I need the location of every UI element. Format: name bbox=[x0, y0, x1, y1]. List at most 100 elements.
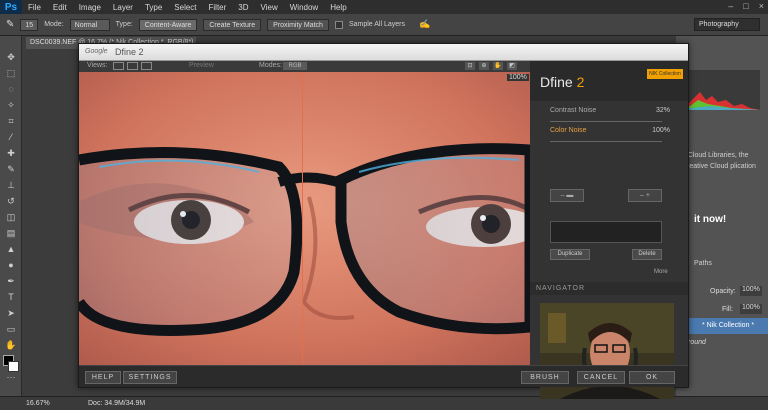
more-tools-icon[interactable]: ··· bbox=[5, 372, 17, 382]
proximity-match-button[interactable]: Proximity Match bbox=[267, 18, 329, 31]
maximize-icon[interactable]: □ bbox=[743, 1, 748, 11]
options-bar: ✎ 15 Mode: Normal Type: Content-Aware Cr… bbox=[0, 14, 768, 36]
settings-button[interactable]: SETTINGS bbox=[123, 371, 177, 384]
duplicate-button[interactable]: Duplicate bbox=[550, 249, 590, 260]
layer-row-nik[interactable]: * Nik Collection * bbox=[688, 318, 768, 334]
dfine-window: Google Dfine 2 Views: Preview Modes: RGB… bbox=[78, 43, 689, 399]
background-color-icon[interactable]: ◩ bbox=[507, 62, 517, 70]
contrast-noise-label: Contrast Noise bbox=[550, 107, 597, 114]
photoshop-logo: Ps bbox=[0, 0, 22, 14]
side-by-side-view-icon[interactable] bbox=[141, 62, 152, 70]
mode-select[interactable]: RGB bbox=[283, 62, 307, 70]
minimize-icon[interactable]: – bbox=[728, 1, 733, 11]
document-size: Doc: 34.9M/34.9M bbox=[88, 400, 146, 407]
healing-tool-icon[interactable]: ✚ bbox=[5, 148, 17, 158]
pressure-icon[interactable]: ✍ bbox=[419, 19, 430, 30]
healing-brush-icon[interactable]: ✎ bbox=[6, 19, 14, 30]
fill-label: Fill: bbox=[722, 306, 733, 313]
contrast-noise-value: 32% bbox=[655, 107, 670, 114]
menu-view[interactable]: View bbox=[255, 3, 284, 12]
nik-collection-logo: NIK Collection bbox=[647, 69, 683, 79]
dfine-panel-header: Dfine 2 NIK Collection bbox=[530, 61, 688, 101]
create-texture-button[interactable]: Create Texture bbox=[203, 18, 262, 31]
mode-label: Mode: bbox=[44, 21, 64, 28]
cc-libraries-text: e Cloud Libraries, the Creative Cloud pl… bbox=[682, 152, 756, 170]
brush-button[interactable]: BRUSH bbox=[521, 371, 569, 384]
menu-bar: Ps File Edit Image Layer Type Select Fil… bbox=[0, 0, 768, 14]
more-link[interactable]: More bbox=[654, 269, 668, 275]
eyedropper-tool-icon[interactable]: ⁄ bbox=[5, 132, 17, 142]
color-noise-slider[interactable] bbox=[550, 141, 662, 142]
workspace-select[interactable]: Photography bbox=[694, 18, 760, 31]
contrast-noise-slider[interactable] bbox=[550, 121, 662, 122]
navigator-header[interactable]: NAVIGATOR bbox=[530, 282, 688, 295]
dodge-tool-icon[interactable]: ● bbox=[5, 260, 17, 270]
tools-panel: ✥ ⬚ ◌ ✧ ⌗ ⁄ ✚ ✎ ⊥ ↺ ◫ ▤ ▲ ● ✒ T ➤ ▭ ✋ ⚲ … bbox=[0, 36, 22, 396]
menu-help[interactable]: Help bbox=[324, 3, 352, 12]
gradient-tool-icon[interactable]: ▤ bbox=[5, 228, 17, 238]
opacity-input[interactable]: 100% bbox=[740, 286, 762, 296]
preview-label[interactable]: Preview bbox=[189, 62, 214, 69]
sample-all-layers-checkbox[interactable] bbox=[334, 20, 343, 29]
move-tool-icon[interactable]: ✥ bbox=[5, 52, 17, 62]
split-view-icon[interactable] bbox=[127, 62, 138, 70]
content-aware-button[interactable]: Content-Aware bbox=[138, 18, 198, 31]
shape-tool-icon[interactable]: ▭ bbox=[5, 324, 17, 334]
path-select-icon[interactable]: ➤ bbox=[5, 308, 17, 318]
mode-select[interactable]: Normal bbox=[69, 18, 110, 31]
quick-select-tool-icon[interactable]: ✧ bbox=[5, 100, 17, 110]
history-brush-icon[interactable]: ↺ bbox=[5, 196, 17, 206]
brush-tool-icon[interactable]: ✎ bbox=[5, 164, 17, 174]
marquee-tool-icon[interactable]: ⬚ bbox=[5, 68, 17, 78]
tab-paths[interactable]: Paths bbox=[694, 260, 712, 267]
type-tool-icon[interactable]: T bbox=[5, 292, 17, 302]
brush-size-picker[interactable]: 15 bbox=[20, 18, 39, 31]
delete-button[interactable]: Delete bbox=[632, 249, 662, 260]
blur-tool-icon[interactable]: ▲ bbox=[5, 244, 17, 254]
menu-type[interactable]: Type bbox=[139, 3, 168, 12]
crop-tool-icon[interactable]: ⌗ bbox=[5, 116, 17, 126]
brush-plus-button[interactable]: – + bbox=[628, 189, 662, 202]
split-divider[interactable] bbox=[302, 72, 303, 365]
learn-more-link[interactable]: it now! bbox=[694, 214, 726, 225]
cancel-button[interactable]: CANCEL bbox=[577, 371, 625, 384]
dfine-panel-title: Dfine 2 bbox=[540, 74, 585, 90]
layer-row-background[interactable]: round bbox=[688, 336, 768, 350]
hand-tool-icon[interactable]: ✋ bbox=[5, 340, 17, 350]
menu-select[interactable]: Select bbox=[168, 3, 202, 12]
type-label: Type: bbox=[115, 21, 133, 28]
dfine-bottom-bar: HELP SETTINGS BRUSH CANCEL OK bbox=[79, 365, 688, 387]
pen-tool-icon[interactable]: ✒ bbox=[5, 276, 17, 286]
brush-minus-button[interactable]: – ▬ bbox=[550, 189, 584, 202]
dfine-control-panel: Dfine 2 NIK Collection Contrast Noise 32… bbox=[530, 61, 688, 399]
ok-button[interactable]: OK bbox=[629, 371, 675, 384]
close-icon[interactable]: × bbox=[759, 1, 764, 11]
menu-3d[interactable]: 3D bbox=[232, 3, 254, 12]
fill-input[interactable]: 100% bbox=[740, 304, 762, 314]
google-brand: Google bbox=[85, 48, 108, 55]
background-color-swatch[interactable] bbox=[8, 361, 19, 372]
zoom-in-icon[interactable]: ⊕ bbox=[479, 62, 489, 70]
zoom-level[interactable]: 16.67% bbox=[26, 400, 50, 407]
eraser-tool-icon[interactable]: ◫ bbox=[5, 212, 17, 222]
menu-edit[interactable]: Edit bbox=[47, 3, 73, 12]
menu-window[interactable]: Window bbox=[284, 3, 324, 12]
histogram bbox=[680, 70, 760, 110]
zoom-percentage: 100% bbox=[507, 74, 529, 81]
stamp-tool-icon[interactable]: ⊥ bbox=[5, 180, 17, 190]
color-noise-value: 100% bbox=[652, 127, 670, 134]
menu-file[interactable]: File bbox=[22, 3, 47, 12]
zoom-fit-icon[interactable]: ⊡ bbox=[465, 62, 475, 70]
single-view-icon[interactable] bbox=[113, 62, 124, 70]
help-button[interactable]: HELP bbox=[85, 371, 121, 384]
window-controls: – □ × bbox=[728, 1, 764, 11]
hand-icon[interactable]: ✋ bbox=[493, 62, 503, 70]
menu-layer[interactable]: Layer bbox=[107, 3, 139, 12]
dfine-titlebar[interactable]: Google Dfine 2 bbox=[79, 44, 688, 61]
image-preview[interactable] bbox=[79, 72, 530, 365]
dfine-window-title: Dfine 2 bbox=[115, 47, 144, 57]
dfine-toolbar: Views: Preview Modes: RGB ⊡ ⊕ ✋ ◩ bbox=[79, 61, 530, 72]
menu-filter[interactable]: Filter bbox=[203, 3, 233, 12]
lasso-tool-icon[interactable]: ◌ bbox=[5, 84, 17, 94]
menu-image[interactable]: Image bbox=[73, 3, 107, 12]
